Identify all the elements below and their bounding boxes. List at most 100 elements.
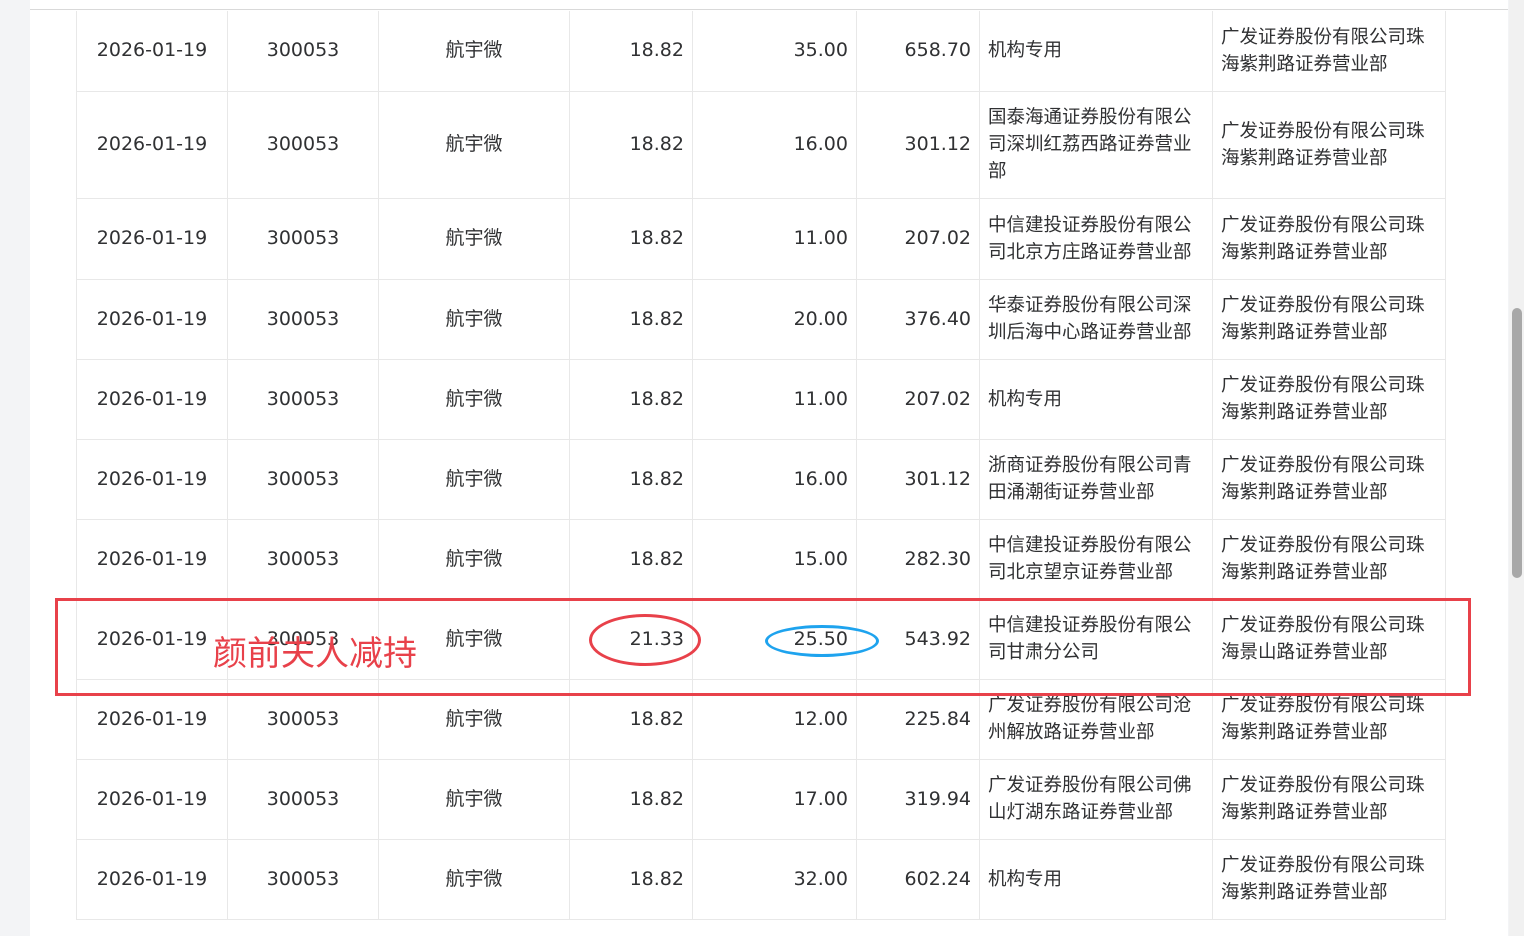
stock-name-cell: 航宇微 bbox=[378, 198, 570, 280]
amount-cell: 376.40 bbox=[856, 279, 980, 360]
table-top-border bbox=[30, 9, 1508, 10]
amount-cell: 225.84 bbox=[856, 679, 980, 760]
table-row: 2026-01-19 300053 航宇微 18.82 32.00 602.24 机构专用广… bbox=[76, 839, 1446, 920]
buyer-branch-cell: 华泰证券股份有限公司深圳后海中心路证券营业部 bbox=[979, 279, 1213, 360]
table-body: 2026-01-19 300053 航宇微 18.82 35.00 658.70 机构专用广… bbox=[76, 11, 1446, 920]
seller-branch-cell: 广发证券股份有限公司珠海紫荆路证券营业部 bbox=[1212, 198, 1446, 280]
stock-name-cell: 航宇微 bbox=[378, 279, 570, 360]
price-cell: 18.82 bbox=[569, 198, 693, 280]
scrollbar-thumb[interactable] bbox=[1512, 308, 1522, 578]
table-row: 2026-01-19 300053 航宇微 18.82 35.00 658.70 机构专用广… bbox=[76, 11, 1446, 92]
table-row: 2026-01-19 300053 航宇微 18.82 17.00 319.94 广发证券股… bbox=[76, 759, 1446, 840]
stock-code-cell: 300053 bbox=[227, 359, 379, 440]
stock-code-cell: 300053 bbox=[227, 439, 379, 520]
trade-date-cell: 2026-01-19 bbox=[76, 839, 228, 920]
trade-date-cell: 2026-01-19 bbox=[76, 11, 228, 92]
trade-date-cell: 2026-01-19 bbox=[76, 759, 228, 840]
seller-branch-cell: 广发证券股份有限公司珠海紫荆路证券营业部 bbox=[1212, 759, 1446, 840]
seller-branch-cell: 广发证券股份有限公司珠海紫荆路证券营业部 bbox=[1212, 11, 1446, 92]
buyer-branch-cell: 中信建投证券股份有限公司北京方庄路证券营业部 bbox=[979, 198, 1213, 280]
table-row: 2026-01-19 300053 航宇微 18.82 11.00 207.02 机构专用广… bbox=[76, 359, 1446, 440]
volume-cell: 20.00 bbox=[692, 279, 857, 360]
seller-branch-cell: 广发证券股份有限公司珠海紫荆路证券营业部 bbox=[1212, 839, 1446, 920]
trade-date-cell: 2026-01-19 bbox=[76, 198, 228, 280]
stock-code-cell: 300053 bbox=[227, 11, 379, 92]
seller-branch-cell: 广发证券股份有限公司珠海紫荆路证券营业部 bbox=[1212, 519, 1446, 600]
stock-code-cell: 300053 bbox=[227, 91, 379, 199]
stock-code-cell: 300053 bbox=[227, 279, 379, 360]
volume-cell: 16.00 bbox=[692, 439, 857, 520]
amount-cell: 207.02 bbox=[856, 359, 980, 440]
amount-cell: 207.02 bbox=[856, 198, 980, 280]
trade-date-cell: 2026-01-19 bbox=[76, 439, 228, 520]
seller-branch-cell: 广发证券股份有限公司珠海紫荆路证券营业部 bbox=[1212, 91, 1446, 199]
amount-cell: 543.92 bbox=[856, 599, 980, 680]
price-cell: 18.82 bbox=[569, 11, 693, 92]
price-cell: 18.82 bbox=[569, 679, 693, 760]
stock-name-cell: 航宇微 bbox=[378, 91, 570, 199]
trade-date-cell: 2026-01-19 bbox=[76, 359, 228, 440]
table-row: 2026-01-19 300053 航宇微 18.82 16.00 301.12 浙商证券股… bbox=[76, 439, 1446, 520]
block-trade-table: 2026-01-19 300053 航宇微 18.82 35.00 658.70 机构专用广… bbox=[76, 11, 1446, 920]
stock-code-cell: 300053 bbox=[227, 839, 379, 920]
amount-cell: 658.70 bbox=[856, 11, 980, 92]
price-cell: 18.82 bbox=[569, 839, 693, 920]
volume-cell: 25.50 bbox=[692, 599, 857, 680]
buyer-branch-cell: 机构专用 bbox=[979, 11, 1213, 92]
volume-cell: 17.00 bbox=[692, 759, 857, 840]
volume-cell: 35.00 bbox=[692, 11, 857, 92]
trade-date-cell: 2026-01-19 bbox=[76, 679, 228, 760]
table-row: 2026-01-19 300053 航宇微 18.82 15.00 282.30 中信建投证… bbox=[76, 519, 1446, 600]
stock-name-cell: 航宇微 bbox=[378, 759, 570, 840]
stock-name-cell: 航宇微 bbox=[378, 11, 570, 92]
stock-name-cell: 航宇微 bbox=[378, 839, 570, 920]
table-row: 2026-01-19 300053 航宇微 18.82 16.00 301.12 国泰海通证… bbox=[76, 91, 1446, 199]
stock-code-cell: 300053 bbox=[227, 679, 379, 760]
buyer-branch-cell: 广发证券股份有限公司沧州解放路证券营业部 bbox=[979, 679, 1213, 760]
table-row: 2026-01-19 300053 航宇微 18.82 12.00 225.84 广发证券股… bbox=[76, 679, 1446, 760]
price-cell: 18.82 bbox=[569, 439, 693, 520]
amount-cell: 602.24 bbox=[856, 839, 980, 920]
volume-cell: 12.00 bbox=[692, 679, 857, 760]
table-row: 2026-01-19 300053 航宇微 18.82 20.00 376.40 华泰证券股… bbox=[76, 279, 1446, 360]
buyer-branch-cell: 中信建投证券股份有限公司北京望京证券营业部 bbox=[979, 519, 1213, 600]
buyer-branch-cell: 机构专用 bbox=[979, 839, 1213, 920]
volume-cell: 11.00 bbox=[692, 198, 857, 280]
stock-code-cell: 300053 bbox=[227, 759, 379, 840]
stock-name-cell: 航宇微 bbox=[378, 519, 570, 600]
table-row: 2026-01-19 300053 航宇微 18.82 11.00 207.02 中信建投证… bbox=[76, 198, 1446, 280]
buyer-branch-cell: 中信建投证券股份有限公司甘肃分公司 bbox=[979, 599, 1213, 680]
trade-date-cell: 2026-01-19 bbox=[76, 91, 228, 199]
price-cell: 21.33 bbox=[569, 599, 693, 680]
stock-name-cell: 航宇微 bbox=[378, 359, 570, 440]
amount-cell: 319.94 bbox=[856, 759, 980, 840]
annotation-label: 颜前夫人减持 bbox=[213, 634, 417, 674]
price-cell: 18.82 bbox=[569, 279, 693, 360]
price-cell: 18.82 bbox=[569, 91, 693, 199]
trade-date-cell: 2026-01-19 bbox=[76, 519, 228, 600]
buyer-branch-cell: 广发证券股份有限公司佛山灯湖东路证券营业部 bbox=[979, 759, 1213, 840]
trade-date-cell: 2026-01-19 bbox=[76, 599, 228, 680]
amount-cell: 282.30 bbox=[856, 519, 980, 600]
volume-cell: 11.00 bbox=[692, 359, 857, 440]
seller-branch-cell: 广发证券股份有限公司珠海紫荆路证券营业部 bbox=[1212, 439, 1446, 520]
amount-cell: 301.12 bbox=[856, 439, 980, 520]
volume-cell: 15.00 bbox=[692, 519, 857, 600]
volume-cell: 32.00 bbox=[692, 839, 857, 920]
buyer-branch-cell: 浙商证券股份有限公司青田涌潮街证券营业部 bbox=[979, 439, 1213, 520]
amount-cell: 301.12 bbox=[856, 91, 980, 199]
stock-name-cell: 航宇微 bbox=[378, 679, 570, 760]
trade-date-cell: 2026-01-19 bbox=[76, 279, 228, 360]
buyer-branch-cell: 机构专用 bbox=[979, 359, 1213, 440]
stock-code-cell: 300053 bbox=[227, 519, 379, 600]
seller-branch-cell: 广发证券股份有限公司珠海紫荆路证券营业部 bbox=[1212, 359, 1446, 440]
stock-name-cell: 航宇微 bbox=[378, 439, 570, 520]
seller-branch-cell: 广发证券股份有限公司珠海景山路证券营业部 bbox=[1212, 599, 1446, 680]
seller-branch-cell: 广发证券股份有限公司珠海紫荆路证券营业部 bbox=[1212, 279, 1446, 360]
price-cell: 18.82 bbox=[569, 519, 693, 600]
price-cell: 18.82 bbox=[569, 759, 693, 840]
seller-branch-cell: 广发证券股份有限公司珠海紫荆路证券营业部 bbox=[1212, 679, 1446, 760]
stock-code-cell: 300053 bbox=[227, 198, 379, 280]
price-cell: 18.82 bbox=[569, 359, 693, 440]
buyer-branch-cell: 国泰海通证券股份有限公司深圳红荔西路证券营业部 bbox=[979, 91, 1213, 199]
